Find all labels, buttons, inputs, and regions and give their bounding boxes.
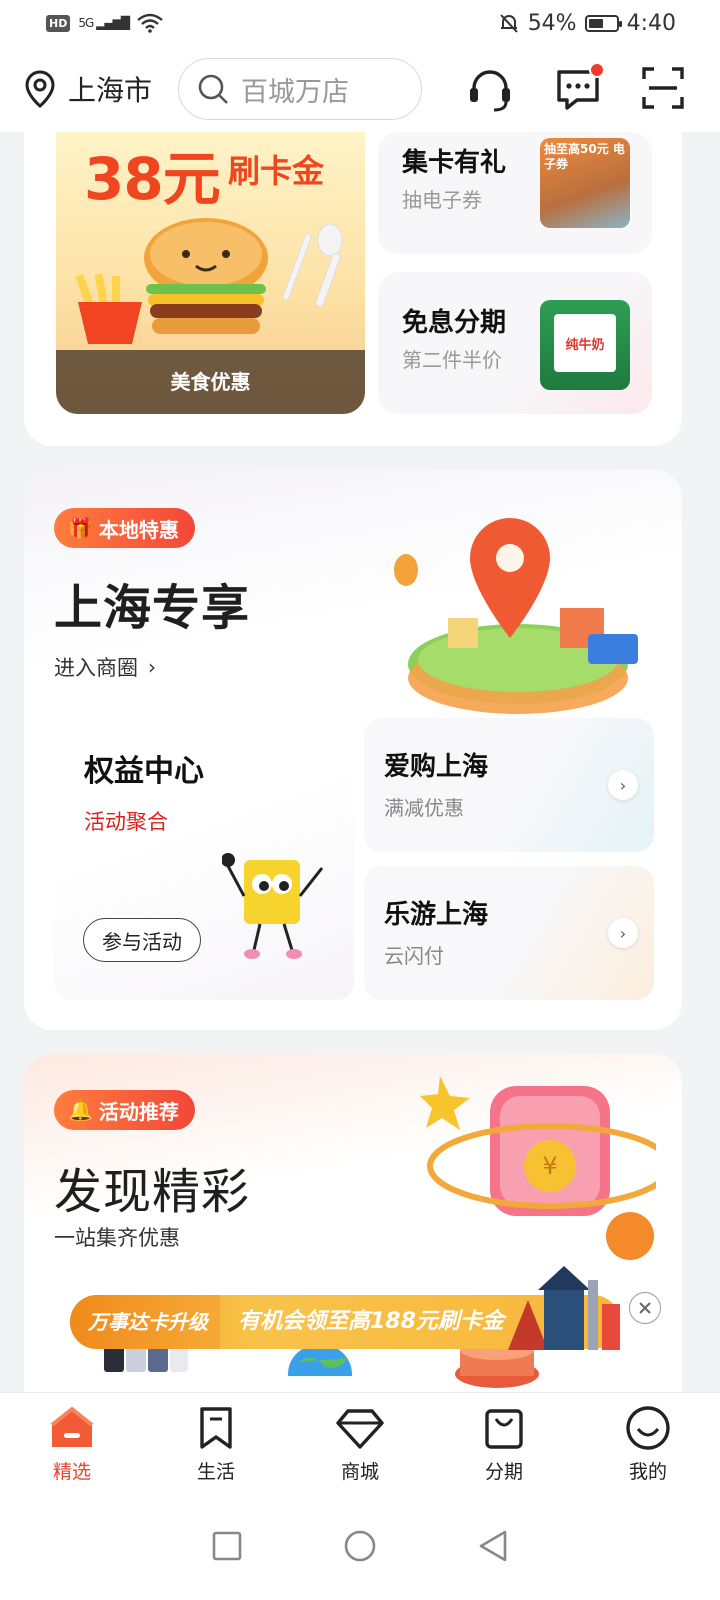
messages-button[interactable] bbox=[555, 62, 605, 116]
home-button[interactable] bbox=[343, 1529, 377, 1563]
tab-installment[interactable]: 分期 bbox=[432, 1393, 576, 1492]
collect-cards-tile[interactable]: 集卡有礼 抽电子券 抽至高50元 电子券 bbox=[378, 132, 652, 254]
feed[interactable]: 38元 刷卡金 美食优惠 集卡有礼 抽电子券 抽至高50元 电子券 免息分期 第… bbox=[0, 132, 720, 1422]
status-left: HD 5G ▂▄▆█ bbox=[46, 13, 163, 33]
collect-subtitle: 抽电子券 bbox=[402, 188, 482, 212]
benefit-title: 权益中心 bbox=[84, 754, 204, 789]
tab-featured[interactable]: 精选 bbox=[0, 1393, 144, 1492]
wifi-icon bbox=[137, 13, 163, 33]
benefit-center-panel[interactable]: 权益中心 活动聚合 参与活动 bbox=[54, 718, 354, 1000]
banner-left-text: 万事达卡升级 bbox=[70, 1295, 220, 1349]
tab-label: 商城 bbox=[340, 1461, 379, 1483]
food-deal-tile[interactable]: 38元 刷卡金 美食优惠 bbox=[56, 132, 365, 414]
collect-thumb-text: 抽至高50元 电子券 bbox=[544, 142, 625, 171]
customer-service-button[interactable] bbox=[466, 66, 514, 118]
close-icon bbox=[639, 1302, 651, 1314]
bottom-tab-bar: 精选 生活 商城 分期 我的 bbox=[0, 1392, 720, 1492]
red-envelope-illustration: ¥ bbox=[420, 1076, 656, 1260]
shop-subtitle: 满减优惠 bbox=[384, 796, 464, 820]
gift-icon: 🎁 bbox=[68, 516, 93, 540]
activity-title: 发现精彩 bbox=[54, 1164, 251, 1220]
milk-label: 纯牛奶 bbox=[565, 338, 605, 353]
signal-icon: 5G ▂▄▆█ bbox=[78, 16, 130, 30]
join-activity-button[interactable]: 参与活动 bbox=[83, 918, 201, 962]
fries-icon bbox=[75, 274, 142, 344]
status-bar: HD 5G ▂▄▆█ 54% 4:40 bbox=[0, 0, 720, 46]
installment-title: 免息分期 bbox=[402, 308, 507, 338]
shop-title: 爱购上海 bbox=[384, 752, 489, 782]
enter-district-text: 进入商圈 bbox=[54, 656, 138, 680]
bell-icon: 🔔 bbox=[68, 1098, 93, 1122]
banner-right-text: 有机会领至高188元刷卡金 bbox=[238, 1309, 504, 1334]
tab-label: 分期 bbox=[484, 1461, 523, 1483]
tab-mall[interactable]: 商城 bbox=[288, 1393, 432, 1492]
shop-shanghai-panel[interactable]: 爱购上海 满减优惠 › bbox=[364, 718, 654, 852]
home-icon bbox=[50, 1407, 94, 1447]
clock: 4:40 bbox=[626, 10, 676, 36]
smile-icon bbox=[626, 1406, 670, 1450]
unread-dot bbox=[589, 62, 605, 78]
back-button[interactable] bbox=[477, 1529, 509, 1563]
headset-icon bbox=[470, 70, 510, 112]
activity-badge: 🔔 活动推荐 bbox=[54, 1090, 195, 1130]
chevron-right-icon: › bbox=[608, 770, 638, 800]
activity-badge-text: 活动推荐 bbox=[98, 1099, 179, 1124]
tab-life[interactable]: 生活 bbox=[144, 1393, 288, 1492]
battery-percent: 54% bbox=[527, 10, 577, 36]
travel-subtitle: 云闪付 bbox=[384, 944, 444, 968]
travel-shanghai-panel[interactable]: 乐游上海 云闪付 › bbox=[364, 866, 654, 1000]
search-icon bbox=[198, 74, 228, 104]
hd-icon: HD bbox=[46, 14, 71, 32]
city-name: 上海市 bbox=[68, 74, 153, 107]
bag-icon bbox=[485, 1409, 523, 1449]
activity-subtitle: 一站集齐优惠 bbox=[54, 1226, 180, 1250]
status-right: 54% 4:40 bbox=[498, 11, 676, 36]
city-selector[interactable]: 上海市 bbox=[22, 69, 152, 109]
benefit-subtitle: 活动聚合 bbox=[84, 810, 168, 834]
local-badge-text: 本地特惠 bbox=[98, 517, 179, 542]
installment-tile[interactable]: 免息分期 第二件半价 纯牛奶 bbox=[378, 272, 652, 414]
tab-mine[interactable]: 我的 bbox=[576, 1393, 720, 1492]
installment-subtitle: 第二件半价 bbox=[402, 348, 502, 372]
city-map-illustration bbox=[394, 518, 638, 714]
chevron-right-icon: › bbox=[148, 655, 156, 679]
local-badge: 🎁 本地特惠 bbox=[54, 508, 195, 548]
milk-box: 纯牛奶 bbox=[554, 314, 616, 372]
amount-tag: 刷卡金 bbox=[228, 152, 325, 190]
food-deal-label: 美食优惠 bbox=[56, 350, 365, 414]
burger-icon bbox=[144, 218, 268, 334]
travel-title: 乐游上海 bbox=[384, 900, 489, 930]
mascot-icon bbox=[222, 853, 324, 959]
diamond-icon bbox=[336, 1409, 384, 1449]
system-nav-bar bbox=[0, 1492, 720, 1600]
scan-button[interactable] bbox=[641, 66, 685, 114]
installment-thumbnail: 纯牛奶 bbox=[540, 300, 630, 390]
chevron-right-icon: › bbox=[608, 918, 638, 948]
enter-district-link[interactable]: 进入商圈 › bbox=[54, 652, 156, 682]
top-bar: 上海市 百城万店 bbox=[0, 46, 720, 132]
search-placeholder: 百城万店 bbox=[241, 76, 350, 108]
scan-icon bbox=[642, 67, 684, 109]
collect-thumbnail: 抽至高50元 电子券 bbox=[540, 138, 630, 228]
local-title: 上海专享 bbox=[54, 580, 251, 636]
battery-icon bbox=[584, 14, 622, 32]
tab-label: 生活 bbox=[196, 1461, 235, 1483]
landmark-illustration bbox=[508, 1266, 620, 1350]
collect-title: 集卡有礼 bbox=[402, 148, 507, 178]
location-pin-icon bbox=[25, 70, 55, 108]
search-input[interactable]: 百城万店 bbox=[178, 58, 423, 120]
svg-text:¥: ¥ bbox=[542, 1152, 557, 1180]
close-banner-button[interactable] bbox=[629, 1292, 661, 1324]
tab-label: 我的 bbox=[628, 1461, 667, 1483]
recent-apps-button[interactable] bbox=[211, 1530, 243, 1562]
mute-bell-icon bbox=[499, 14, 518, 33]
cutlery-icon bbox=[284, 223, 343, 308]
amount-text: 38元 bbox=[84, 145, 221, 213]
tab-label: 精选 bbox=[52, 1461, 91, 1483]
bookmark-icon bbox=[200, 1407, 232, 1449]
